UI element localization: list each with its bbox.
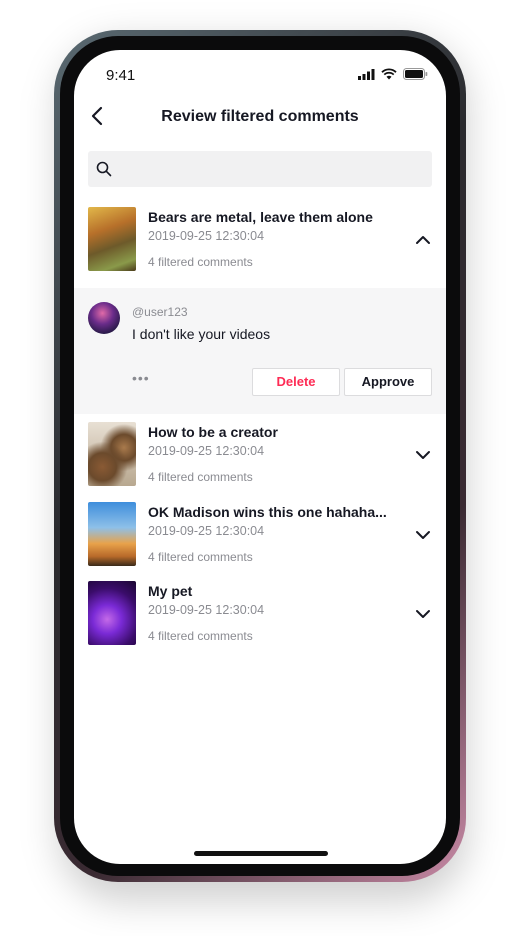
search-input[interactable] xyxy=(88,151,432,187)
video-item[interactable]: OK Madison wins this one hahaha... 2019-… xyxy=(74,502,446,570)
filtered-count: 4 filtered comments xyxy=(148,255,253,269)
approve-button[interactable]: Approve xyxy=(344,368,432,396)
status-time: 9:41 xyxy=(106,67,136,84)
home-indicator[interactable] xyxy=(194,851,328,856)
video-date: 2019-09-25 12:30:04 xyxy=(148,229,265,243)
page-title: Review filtered comments xyxy=(161,108,359,125)
signal-icon xyxy=(358,68,375,80)
video-date: 2019-09-25 12:30:04 xyxy=(148,603,265,617)
more-options-icon[interactable]: ••• xyxy=(132,370,150,386)
chevron-down-icon[interactable] xyxy=(414,526,432,544)
chevron-down-icon[interactable] xyxy=(414,605,432,623)
nav-bar: Review filtered comments xyxy=(74,96,446,136)
video-thumbnail xyxy=(88,502,136,566)
screen: 9:41 Review filtered comments Bears are … xyxy=(74,50,446,864)
video-item[interactable]: My pet 2019-09-25 12:30:04 4 filtered co… xyxy=(74,581,446,649)
video-title: OK Madison wins this one hahaha... xyxy=(148,504,387,520)
filtered-count: 4 filtered comments xyxy=(148,629,253,643)
delete-button[interactable]: Delete xyxy=(252,368,340,396)
status-icons xyxy=(358,68,428,80)
filtered-count: 4 filtered comments xyxy=(148,470,253,484)
filtered-count: 4 filtered comments xyxy=(148,550,253,564)
chevron-down-icon[interactable] xyxy=(414,446,432,464)
video-date: 2019-09-25 12:30:04 xyxy=(148,444,265,458)
video-item[interactable]: Bears are metal, leave them alone 2019-0… xyxy=(74,207,446,275)
video-title: How to be a creator xyxy=(148,424,278,440)
avatar[interactable] xyxy=(88,302,120,334)
comment-username[interactable]: @user123 xyxy=(132,305,188,319)
status-bar: 9:41 xyxy=(74,50,446,96)
video-title: My pet xyxy=(148,583,193,599)
video-thumbnail xyxy=(88,207,136,271)
wifi-icon xyxy=(381,68,397,80)
video-thumbnail xyxy=(88,422,136,486)
battery-icon xyxy=(403,68,428,80)
search-icon xyxy=(96,161,112,177)
video-item[interactable]: How to be a creator 2019-09-25 12:30:04 … xyxy=(74,422,446,490)
video-date: 2019-09-25 12:30:04 xyxy=(148,524,265,538)
chevron-up-icon[interactable] xyxy=(414,231,432,249)
comment-panel: @user123 I don't like your videos ••• De… xyxy=(74,288,446,414)
comment-text: I don't like your videos xyxy=(132,326,271,342)
video-thumbnail xyxy=(88,581,136,645)
video-title: Bears are metal, leave them alone xyxy=(148,209,373,225)
